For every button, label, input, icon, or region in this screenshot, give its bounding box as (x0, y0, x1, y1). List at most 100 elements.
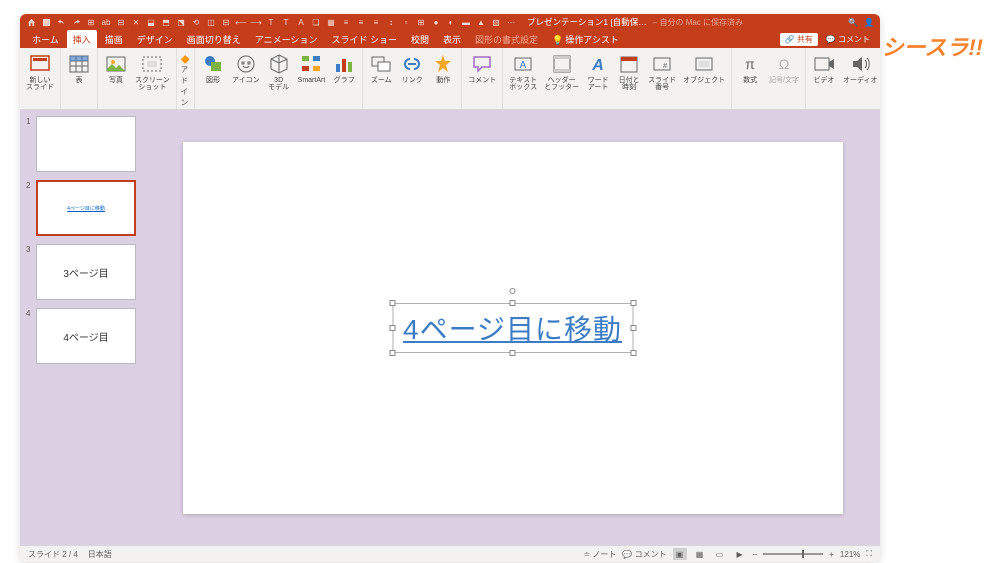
qat-icon[interactable]: ≡ (371, 17, 381, 27)
tab-shapeformat[interactable]: 図形の書式設定 (469, 30, 544, 48)
share-button[interactable]: 🔗 共有 (780, 33, 818, 46)
qat-icon[interactable]: T (266, 17, 276, 27)
tab-animations[interactable]: アニメーション (249, 30, 324, 48)
resize-handle[interactable] (509, 350, 515, 356)
zoom-out-button[interactable]: − (753, 550, 758, 559)
slide-canvas[interactable]: 4ページ目に移動 (183, 142, 843, 514)
qat-icon[interactable]: ✕ (131, 17, 141, 27)
comment-button[interactable]: コメント (466, 51, 498, 85)
datetime-button[interactable]: 日付と 時刻 (615, 51, 643, 92)
icons-button[interactable]: アイコン (230, 51, 262, 85)
tab-insert[interactable]: 挿入 (67, 30, 97, 48)
table-button[interactable]: 表 (65, 51, 93, 85)
view-sorter-icon[interactable]: ▦ (693, 548, 707, 560)
zoom-slider[interactable] (763, 553, 823, 555)
qat-icon[interactable]: ▬ (461, 17, 471, 27)
redo-icon[interactable] (71, 17, 81, 27)
qat-icon[interactable]: ⊞ (86, 17, 96, 27)
equation-button[interactable]: π数式 (736, 51, 764, 85)
qat-icon[interactable]: ● (431, 17, 441, 27)
audio-button[interactable]: オーディオ (841, 51, 880, 85)
undo-icon[interactable] (56, 17, 66, 27)
resize-handle[interactable] (630, 325, 636, 331)
qat-icon[interactable]: ⬓ (146, 17, 156, 27)
thumb-3[interactable]: 3ページ目 (36, 244, 136, 300)
user-icon[interactable]: 👤 (864, 17, 874, 27)
wordart-button[interactable]: Aワード アート (584, 51, 612, 92)
thumb-4[interactable]: 4ページ目 (36, 308, 136, 364)
smartart-button[interactable]: SmartArt (296, 51, 328, 85)
qat-icon[interactable]: ◫ (206, 17, 216, 27)
language-indicator[interactable]: 日本語 (88, 549, 112, 560)
save-icon[interactable] (41, 17, 51, 27)
zoom-in-button[interactable]: + (829, 550, 834, 559)
rotate-handle[interactable] (509, 288, 515, 294)
qat-icon[interactable]: ⊟ (116, 17, 126, 27)
qat-icon[interactable]: ≡ (341, 17, 351, 27)
qat-icon[interactable]: ▧ (491, 17, 501, 27)
view-reading-icon[interactable]: ▭ (713, 548, 727, 560)
view-normal-icon[interactable]: ▣ (673, 548, 687, 560)
view-slideshow-icon[interactable]: ▶ (733, 548, 747, 560)
screenshot-button[interactable]: スクリーン ショット (133, 51, 172, 92)
qat-icon[interactable]: ⟶ (251, 17, 261, 27)
selected-textbox[interactable]: 4ページ目に移動 (392, 303, 633, 353)
resize-handle[interactable] (509, 300, 515, 306)
resize-handle[interactable] (630, 350, 636, 356)
thumb-1[interactable] (36, 116, 136, 172)
object-button[interactable]: オブジェクト (681, 51, 727, 85)
chart-button[interactable]: グラフ (330, 51, 358, 85)
comments-button[interactable]: 💬 コメント (822, 33, 874, 46)
tab-slideshow[interactable]: スライド ショー (325, 30, 403, 48)
symbol-button[interactable]: Ω記号/文字 (767, 51, 801, 85)
search-icon[interactable]: 🔍 (848, 17, 858, 27)
qat-icon[interactable]: ⊟ (221, 17, 231, 27)
shapes-button[interactable]: 図形 (199, 51, 227, 85)
thumb-2[interactable]: 4ページ目に移動 (36, 180, 136, 236)
qat-icon[interactable]: ↕ (386, 17, 396, 27)
tab-draw[interactable]: 描画 (99, 30, 129, 48)
qat-icon[interactable]: ⟵ (236, 17, 246, 27)
comments-button[interactable]: 💬 コメント (622, 549, 666, 560)
qat-icon[interactable]: ≡ (356, 17, 366, 27)
tab-tellme[interactable]: 💡操作アシスト (546, 30, 625, 48)
hyperlink-text[interactable]: 4ページ目に移動 (403, 314, 622, 345)
video-button[interactable]: ビデオ (810, 51, 838, 85)
link-button[interactable]: リンク (398, 51, 426, 85)
tab-transitions[interactable]: 画面切り替え (181, 30, 247, 48)
tab-review[interactable]: 校閲 (405, 30, 435, 48)
qat-icon[interactable]: ◐ (446, 17, 456, 27)
notes-button[interactable]: ≐ ノート (583, 549, 616, 560)
qat-icon[interactable]: ab (101, 17, 111, 27)
slidenum-button[interactable]: #スライド 番号 (646, 51, 678, 92)
qat-icon[interactable]: ❏ (311, 17, 321, 27)
zoom-button[interactable]: ズーム (367, 51, 395, 85)
qat-icon[interactable]: A (296, 17, 306, 27)
fit-window-icon[interactable]: ⛶ (866, 549, 872, 559)
3dmodels-button[interactable]: 3D モデル (265, 51, 293, 92)
zoom-level[interactable]: 121% (840, 550, 860, 559)
qat-icon[interactable]: ⟲ (191, 17, 201, 27)
headerfooter-button[interactable]: ヘッダー とフッター (542, 51, 581, 92)
resize-handle[interactable] (630, 300, 636, 306)
tab-design[interactable]: デザイン (131, 30, 179, 48)
canvas-area[interactable]: 4ページ目に移動 (145, 110, 880, 545)
home-icon[interactable] (26, 17, 36, 27)
qat-icon[interactable]: ⬒ (161, 17, 171, 27)
new-slide-button[interactable]: 新しい スライド (24, 51, 56, 92)
qat-icon[interactable]: ⬔ (176, 17, 186, 27)
qat-icon[interactable]: ▲ (476, 17, 486, 27)
action-button[interactable]: 動作 (429, 51, 457, 85)
tab-home[interactable]: ホーム (26, 30, 65, 48)
pictures-button[interactable]: 写真 (102, 51, 130, 85)
qat-icon[interactable]: ▦ (326, 17, 336, 27)
textbox-button[interactable]: Aテキスト ボックス (507, 51, 539, 92)
qat-icon[interactable]: ⋯ (506, 17, 516, 27)
resize-handle[interactable] (389, 325, 395, 331)
qat-icon[interactable]: T (281, 17, 291, 27)
qat-icon[interactable]: ⊞ (416, 17, 426, 27)
resize-handle[interactable] (389, 350, 395, 356)
tab-view[interactable]: 表示 (437, 30, 467, 48)
qat-icon[interactable]: ▫ (401, 17, 411, 27)
resize-handle[interactable] (389, 300, 395, 306)
